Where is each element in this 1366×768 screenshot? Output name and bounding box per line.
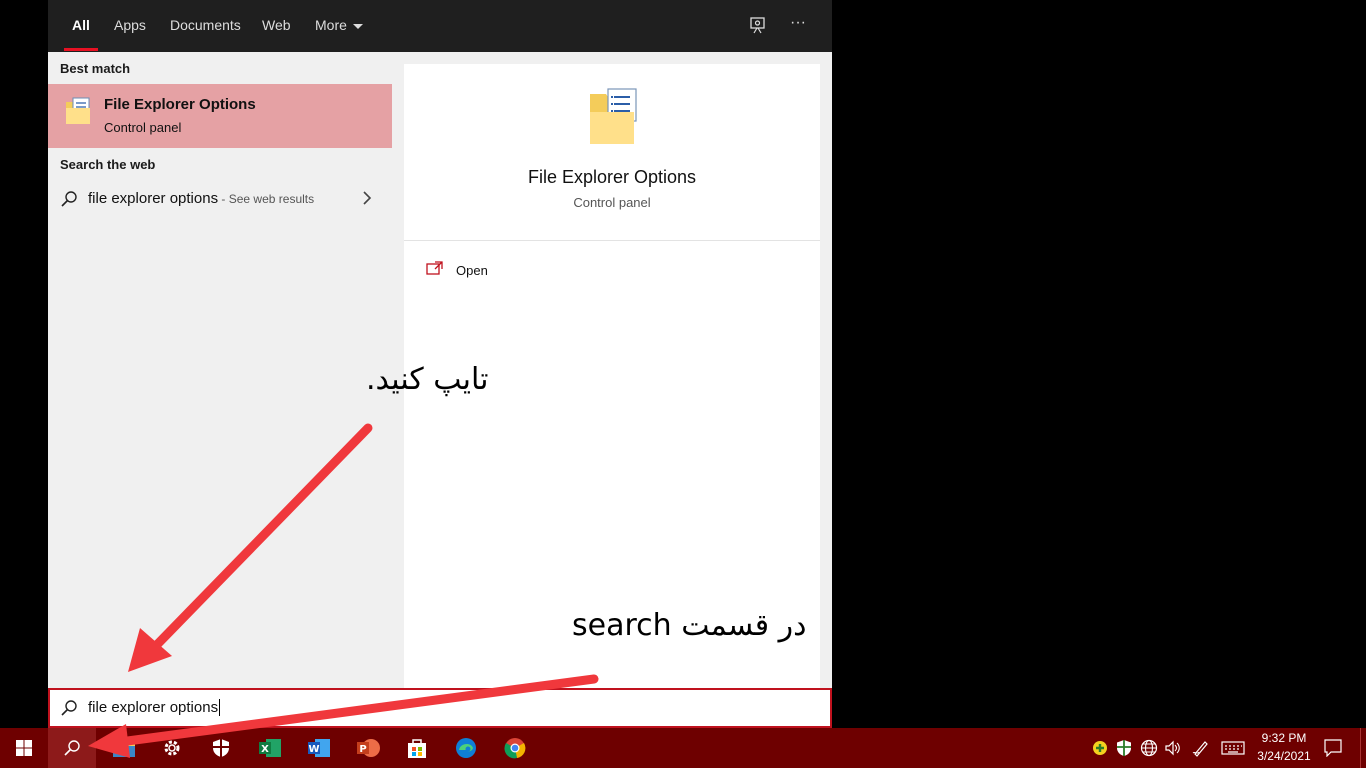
arrow-to-taskbar-search bbox=[88, 674, 599, 758]
arrow-to-searchbox bbox=[128, 423, 373, 672]
annotation-search: در قسمت search bbox=[572, 608, 807, 643]
annotation-arrows bbox=[88, 423, 599, 758]
annotation-type: تایپ کنید. bbox=[366, 362, 489, 397]
